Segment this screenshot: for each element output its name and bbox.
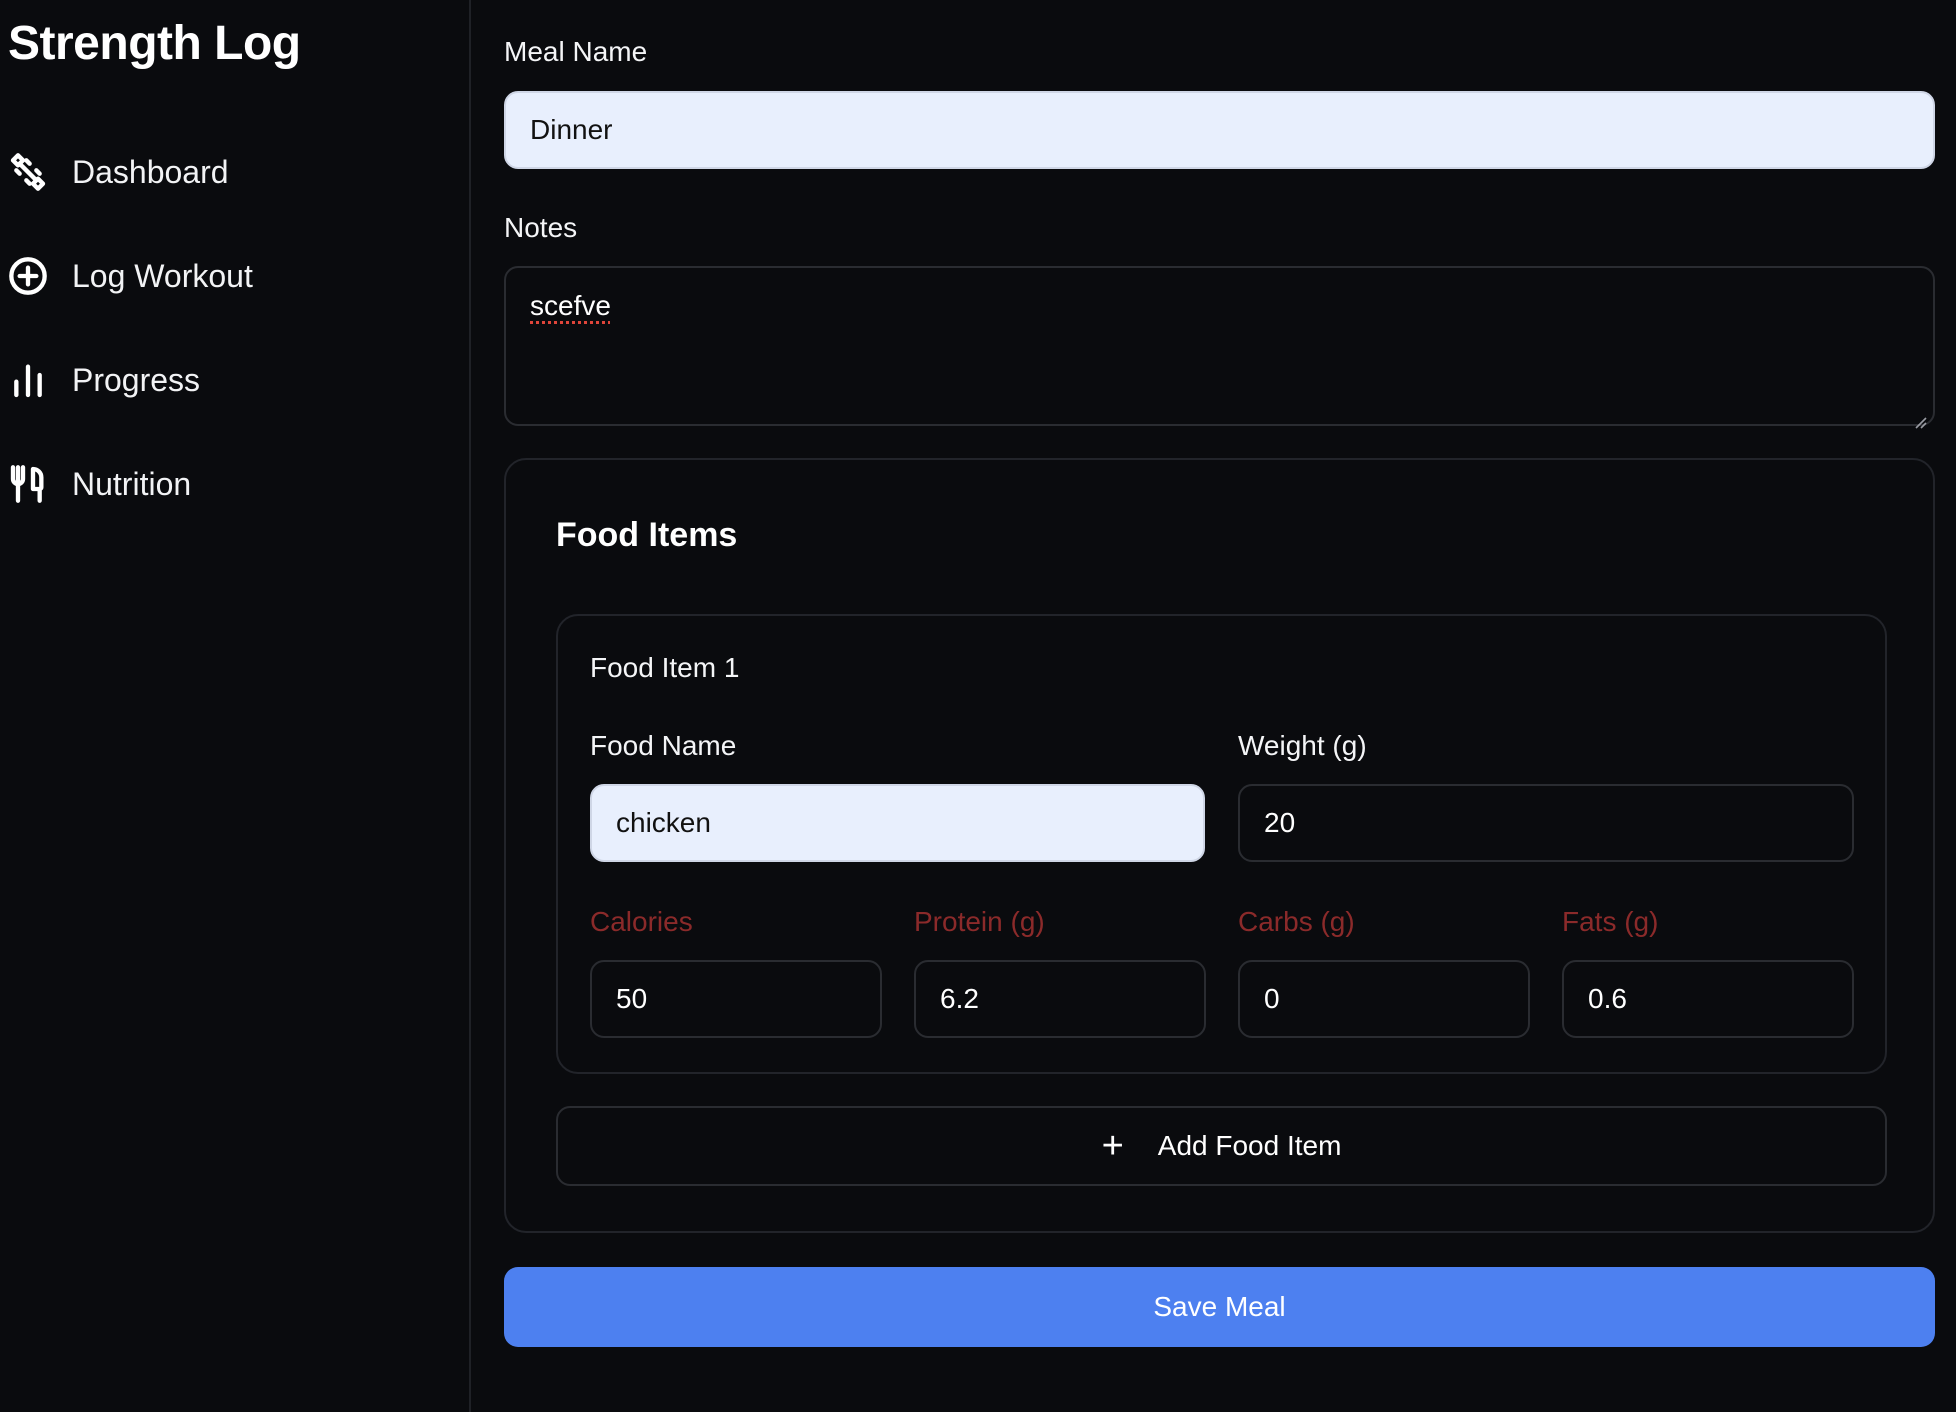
plus-icon: + [1101,1125,1124,1167]
notes-textarea[interactable]: scefve [504,266,1935,429]
sidebar-item-nutrition[interactable]: Nutrition [8,454,191,514]
food-item-title: Food Item 1 [590,652,740,683]
sidebar-item-dashboard[interactable]: Dashboard [8,142,229,202]
app: Strength Log Dashboard Log Workout Progr… [0,0,1956,1412]
app-title: Strength Log [8,17,301,70]
sidebar-item-label: Dashboard [72,153,229,190]
food-items-title: Food Items [556,516,738,554]
sidebar-item-label: Nutrition [72,465,192,502]
calories-label: Calories [590,906,693,937]
utensils-icon [8,464,48,504]
food-name-label: Food Name [590,730,737,761]
weight-label: Weight (g) [1238,730,1367,761]
add-food-item-label: Add Food Item [1157,1130,1342,1161]
protein-input[interactable]: 6.2 [914,960,1206,1038]
add-food-item-button[interactable]: + Add Food Item [556,1106,1887,1186]
food-item-card: Food Item 1 Food Name chicken Weight (g)… [556,614,1887,1074]
calories-input[interactable]: 50 [590,960,882,1038]
save-meal-button[interactable]: Save Meal [504,1267,1935,1347]
notes-label: Notes [504,212,578,243]
food-items-card: Food Items Food Item 1 Food Name chicken… [504,458,1935,1233]
resize-handle-icon[interactable] [1913,404,1927,429]
sidebar-item-label: Progress [72,361,201,398]
sidebar: Strength Log Dashboard Log Workout Progr… [0,0,471,1412]
sidebar-item-log-workout[interactable]: Log Workout [8,246,253,306]
sidebar-item-label: Log Workout [72,257,253,294]
carbs-label: Carbs (g) [1238,906,1355,937]
plus-circle-icon [8,256,48,296]
weight-input[interactable]: 20 [1238,784,1854,862]
protein-label: Protein (g) [914,906,1045,937]
notes-text: scefve [530,290,611,321]
carbs-input[interactable]: 0 [1238,960,1530,1038]
dumbbell-icon [8,152,48,192]
meal-name-label: Meal Name [504,36,648,67]
meal-name-input[interactable]: Dinner [504,91,1935,169]
fats-input[interactable]: 0.6 [1562,960,1854,1038]
sidebar-item-progress[interactable]: Progress [8,350,200,410]
food-name-input[interactable]: chicken [590,784,1205,862]
fats-label: Fats (g) [1562,906,1659,937]
bar-chart-icon [8,360,48,400]
